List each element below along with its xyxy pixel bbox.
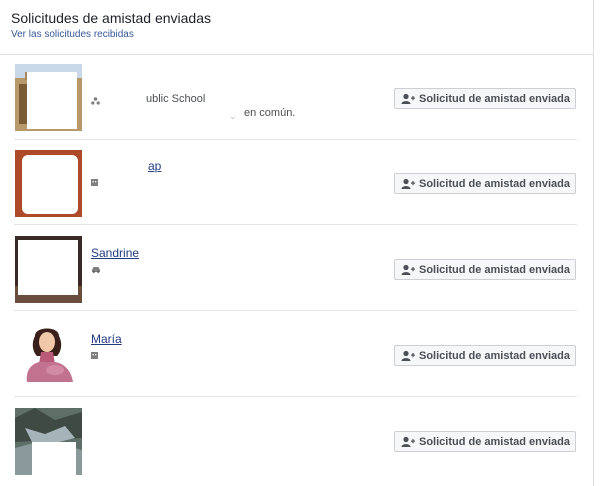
mutual-friends-text[interactable]: en común. bbox=[244, 107, 295, 119]
list-item: ublic School en común. ⌄ Solicitud de am… bbox=[0, 55, 577, 140]
profile-name-link[interactable]: María bbox=[91, 332, 122, 346]
list-item: María Solicitud de amistad enviada bbox=[0, 312, 577, 397]
add-friend-icon bbox=[401, 436, 415, 448]
friend-request-sent-button[interactable]: Solicitud de amistad enviada bbox=[394, 173, 576, 194]
panel-header: Solicitudes de amistad enviadas Ver las … bbox=[0, 0, 593, 55]
friend-request-sent-button[interactable]: Solicitud de amistad enviada bbox=[394, 88, 576, 109]
page-title: Solicitudes de amistad enviadas bbox=[11, 10, 212, 26]
button-label: Solicitud de amistad enviada bbox=[419, 263, 570, 276]
button-label: Solicitud de amistad enviada bbox=[419, 92, 570, 105]
building-icon bbox=[91, 351, 98, 362]
add-friend-icon bbox=[401, 264, 415, 276]
friend-request-sent-button[interactable]: Solicitud de amistad enviada bbox=[394, 259, 576, 280]
friend-request-sent-button[interactable]: Solicitud de amistad enviada bbox=[394, 345, 576, 366]
list-item: ap Solicitud de amistad enviada bbox=[0, 140, 577, 225]
list-item: Solicitud de amistad enviada bbox=[0, 398, 577, 483]
button-label: Solicitud de amistad enviada bbox=[419, 177, 570, 190]
building-icon bbox=[91, 178, 98, 189]
add-friend-icon bbox=[401, 178, 415, 190]
profile-name-link[interactable]: ap bbox=[148, 159, 161, 173]
friend-request-sent-button[interactable]: Solicitud de amistad enviada bbox=[394, 431, 576, 452]
avatar[interactable] bbox=[15, 322, 82, 389]
received-requests-link[interactable]: Ver las solicitudes recibidas bbox=[11, 29, 134, 40]
group-icon bbox=[91, 97, 100, 108]
button-label: Solicitud de amistad enviada bbox=[419, 349, 570, 362]
panel-right-border bbox=[593, 0, 594, 486]
avatar[interactable] bbox=[15, 64, 82, 131]
shared-detail: ublic School bbox=[146, 93, 206, 105]
avatar[interactable] bbox=[15, 408, 82, 475]
list-item: Sandrine Solicitud de amistad enviada bbox=[0, 226, 577, 311]
button-label: Solicitud de amistad enviada bbox=[419, 435, 570, 448]
profile-name-link[interactable]: Sandrine bbox=[91, 246, 139, 260]
add-friend-icon bbox=[401, 93, 415, 105]
add-friend-icon bbox=[401, 350, 415, 362]
avatar[interactable] bbox=[15, 150, 82, 217]
avatar[interactable] bbox=[15, 236, 82, 303]
car-icon bbox=[91, 265, 101, 276]
